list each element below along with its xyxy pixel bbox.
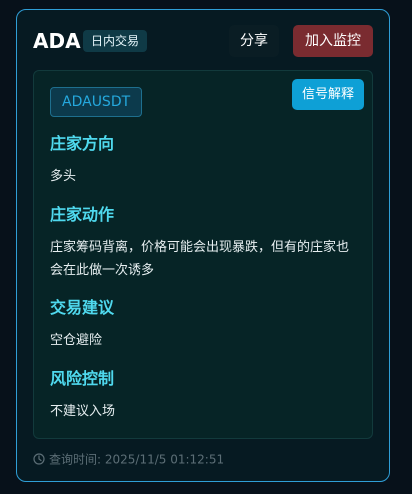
section-dealer-action: 庄家动作 庄家筹码背离，价格可能会出现暴跌，但有的庄家也会在此做一次诱多: [50, 205, 356, 282]
section-title: 庄家动作: [50, 205, 115, 224]
add-monitor-button[interactable]: 加入监控: [293, 25, 373, 57]
section-body: 空仓避险: [50, 333, 103, 348]
query-time-value: 2025/11/5 01:12:51: [104, 452, 225, 467]
section-body: 不建议入场: [50, 404, 116, 419]
signal-panel: ADAUSDT 信号解释 庄家方向 多头 庄家动作 庄家筹码背离，价格可能会出现…: [33, 70, 373, 439]
section-trade-advice: 交易建议 空仓避险: [50, 298, 356, 352]
section-body: 多头: [50, 169, 77, 184]
card-header: ADA 日内交易 分享 加入监控: [33, 25, 373, 61]
query-time: 查询时间: 2025/11/5 01:12:51: [33, 451, 224, 467]
coin-symbol: ADA: [33, 29, 81, 53]
share-button[interactable]: 分享: [229, 25, 279, 57]
clock-icon: [33, 452, 45, 465]
section-body: 庄家筹码背离，价格可能会出现暴跌，但有的庄家也会在此做一次诱多: [50, 240, 350, 278]
signal-explain-button[interactable]: 信号解释: [292, 79, 364, 110]
section-dealer-direction: 庄家方向 多头: [50, 134, 356, 188]
section-risk-control: 风险控制 不建议入场: [50, 369, 356, 423]
section-title: 庄家方向: [50, 134, 115, 153]
pair-tag: ADAUSDT: [50, 87, 143, 117]
trade-type-tag: 日内交易: [83, 30, 148, 52]
section-title: 交易建议: [50, 298, 115, 317]
signal-card: ADA 日内交易 分享 加入监控 ADAUSDT 信号解释 庄家方向 多头 庄家…: [16, 9, 390, 482]
query-time-label: 查询时间:: [49, 452, 102, 467]
section-title: 风险控制: [50, 369, 115, 388]
